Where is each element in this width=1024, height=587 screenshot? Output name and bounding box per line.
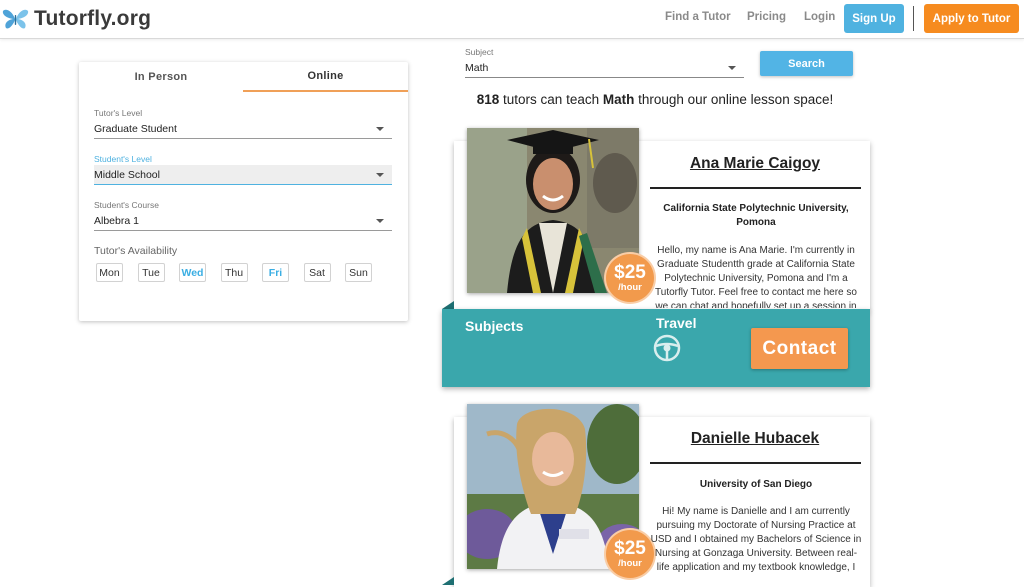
- tab-in-person[interactable]: In Person: [79, 62, 243, 92]
- day-thu[interactable]: Thu: [220, 263, 248, 282]
- student-level-select[interactable]: Student's Level Middle School: [94, 154, 392, 185]
- student-course-label: Student's Course: [94, 200, 159, 210]
- tutor-name[interactable]: Ana Marie Caigoy: [650, 155, 860, 173]
- day-wed[interactable]: Wed: [179, 263, 206, 282]
- results-text-pre: tutors can teach: [499, 92, 603, 107]
- apply-to-tutor-button[interactable]: Apply to Tutor: [924, 4, 1019, 33]
- student-course-value-box[interactable]: Albebra 1: [94, 211, 392, 231]
- price-amount: $25: [614, 262, 646, 284]
- availability-label: Tutor's Availability: [94, 245, 178, 257]
- chevron-down-icon: [376, 172, 384, 177]
- tutor-bio: Hello, my name is Ana Marie. I'm current…: [655, 245, 857, 308]
- tutor-school: California State Polytechnic University,…: [663, 203, 849, 228]
- tutor-card: $25 /hour Ana Marie Caigoy California St…: [442, 128, 870, 387]
- tutor-card: $25 /hour Danielle Hubacek University of…: [442, 404, 870, 587]
- tutor-name[interactable]: Danielle Hubacek: [650, 430, 860, 448]
- filter-panel: In Person Online Tutor's Level Graduate …: [79, 62, 408, 321]
- subject-label: Subject: [465, 47, 494, 57]
- chevron-down-icon: [376, 218, 384, 223]
- butterfly-icon: [2, 9, 29, 29]
- student-level-value-box[interactable]: Middle School: [94, 165, 392, 185]
- student-course-value: Albebra 1: [94, 214, 139, 227]
- day-sat[interactable]: Sat: [303, 263, 331, 282]
- results-count: 818: [476, 92, 500, 107]
- day-sun[interactable]: Sun: [345, 263, 372, 282]
- lesson-type-tabs: In Person Online: [79, 62, 408, 92]
- site-header: Tutorfly.org Find a Tutor Pricing Login …: [0, 0, 1024, 39]
- signup-button[interactable]: Sign Up: [844, 4, 904, 33]
- search-button[interactable]: Search: [760, 51, 853, 76]
- price-badge: $25 /hour: [604, 528, 656, 580]
- logo-text: Tutorfly.org: [34, 7, 152, 30]
- student-level-label: Student's Level: [94, 154, 152, 164]
- subject-value-box[interactable]: Math: [465, 58, 744, 78]
- day-fri[interactable]: Fri: [262, 263, 289, 282]
- tutor-bio: Hi! My name is Danielle and I am current…: [650, 506, 862, 573]
- price-unit: /hour: [618, 282, 642, 294]
- day-tue[interactable]: Tue: [137, 263, 165, 282]
- subject-value: Math: [465, 61, 489, 74]
- tutor-card-footer: Subjects Travel Contact: [442, 309, 870, 387]
- price-badge: $25 /hour: [604, 252, 656, 304]
- tab-online[interactable]: Online: [243, 62, 408, 92]
- results-subject: Math: [602, 92, 635, 107]
- nav-login[interactable]: Login: [804, 11, 835, 23]
- student-course-select[interactable]: Student's Course Albebra 1: [94, 200, 392, 231]
- steering-wheel-icon: [653, 334, 681, 362]
- card-fold: [442, 301, 454, 309]
- travel-label: Travel: [656, 315, 697, 331]
- subjects-label: Subjects: [465, 318, 524, 334]
- results-text-post: through our online lesson space!: [634, 92, 834, 107]
- chevron-down-icon: [376, 126, 384, 131]
- subject-select[interactable]: Subject Math: [465, 47, 744, 78]
- results-summary: 818 tutors can teach Math through our on…: [440, 92, 870, 107]
- price-unit: /hour: [618, 558, 642, 570]
- tutor-level-select[interactable]: Tutor's Level Graduate Student: [94, 108, 392, 139]
- price-amount: $25: [614, 538, 646, 560]
- nav-pricing[interactable]: Pricing: [747, 11, 786, 23]
- availability-days: Mon Tue Wed Thu Fri Sat Sun: [96, 263, 387, 282]
- contact-button[interactable]: Contact: [751, 328, 848, 369]
- nav-divider: [913, 6, 914, 31]
- tutor-school: University of San Diego: [699, 479, 813, 490]
- name-divider: [650, 187, 861, 189]
- name-divider: [650, 462, 861, 464]
- day-mon[interactable]: Mon: [96, 263, 123, 282]
- tutor-level-value: Graduate Student: [94, 122, 177, 135]
- student-level-value: Middle School: [94, 168, 160, 181]
- tutor-level-value-box[interactable]: Graduate Student: [94, 119, 392, 139]
- tutor-level-label: Tutor's Level: [94, 108, 143, 118]
- chevron-down-icon: [728, 65, 736, 70]
- logo[interactable]: Tutorfly.org: [2, 4, 151, 34]
- nav-find-tutor[interactable]: Find a Tutor: [665, 11, 731, 23]
